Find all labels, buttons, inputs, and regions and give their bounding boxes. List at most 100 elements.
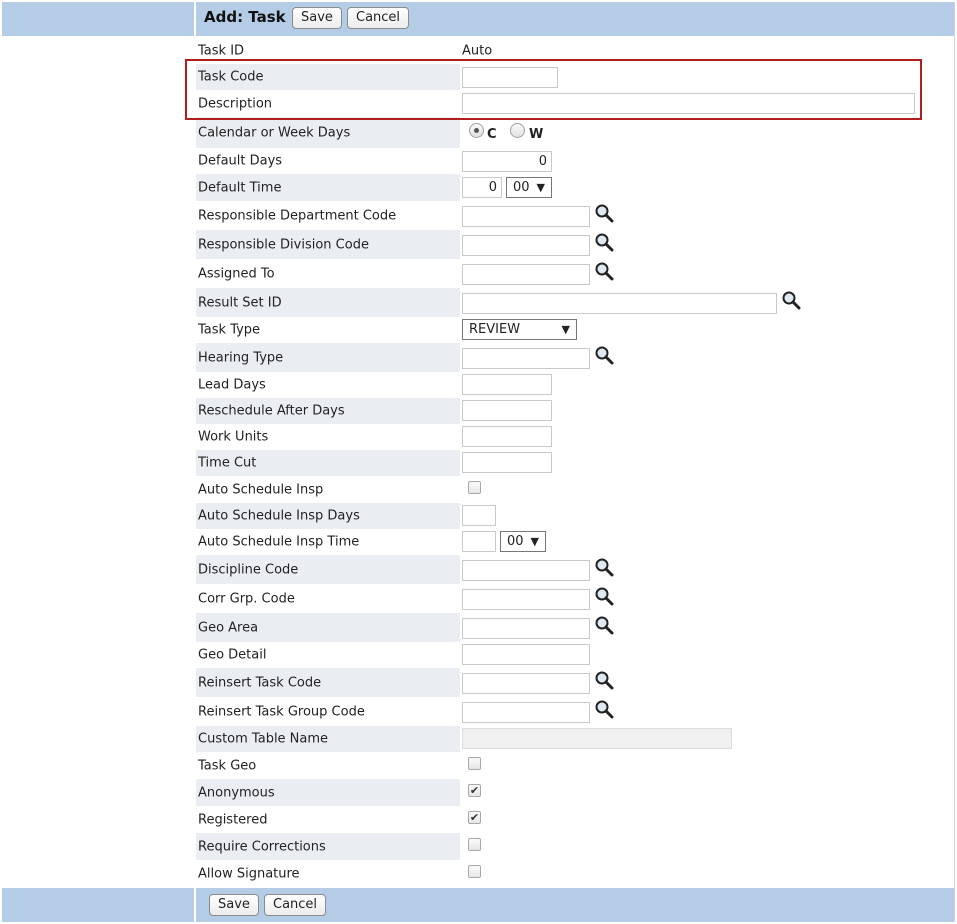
- magnifier-icon[interactable]: [594, 586, 614, 606]
- triangle-down-icon: ▼: [530, 535, 539, 548]
- task-id-label: Task ID: [198, 43, 245, 59]
- responsible-division-code-input[interactable]: [462, 235, 590, 256]
- magnifier-icon[interactable]: [594, 557, 614, 577]
- checkmark-icon: ✔: [469, 811, 480, 824]
- radio-calendar-label: C: [487, 127, 497, 142]
- allow-signature-label: Allow Signature: [198, 866, 300, 881]
- task-code-label: Task Code: [198, 69, 264, 85]
- default-time-minute-select[interactable]: 00 ▼: [506, 177, 552, 198]
- row-responsible-division-code: Responsible Division Code: [196, 230, 952, 259]
- magnifier-icon[interactable]: [594, 699, 614, 719]
- allow-signature-checkbox[interactable]: [468, 865, 481, 878]
- require-corrections-checkbox[interactable]: [468, 838, 481, 851]
- responsible-department-code-input[interactable]: [462, 206, 590, 227]
- registered-checkbox[interactable]: ✔: [468, 811, 481, 824]
- auto-schedule-insp-days-input[interactable]: [462, 505, 496, 526]
- reschedule-after-days-input[interactable]: [462, 400, 552, 421]
- row-auto-schedule-insp: Auto Schedule Insp: [196, 476, 952, 503]
- row-responsible-department-code: Responsible Department Code: [196, 201, 952, 230]
- result-set-id-input[interactable]: [462, 293, 777, 314]
- row-default-time: Default Time 0 00 ▼: [196, 174, 952, 201]
- magnifier-icon[interactable]: [594, 261, 614, 281]
- magnifier-icon[interactable]: [594, 615, 614, 635]
- task-type-select[interactable]: REVIEW ▼: [462, 319, 577, 340]
- description-input[interactable]: [462, 93, 915, 114]
- magnifier-icon[interactable]: [594, 203, 614, 223]
- auto-schedule-insp-time-hour-input[interactable]: [462, 531, 496, 552]
- reinsert-task-code-cell: [460, 668, 952, 697]
- auto-schedule-insp-checkbox[interactable]: [468, 481, 481, 494]
- row-auto-schedule-insp-days: Auto Schedule Insp Days: [196, 503, 952, 529]
- row-task-geo: Task Geo: [196, 752, 952, 779]
- default-days-input[interactable]: 0: [462, 151, 552, 172]
- description-label: Description: [198, 96, 273, 111]
- auto-schedule-insp-time-label: Auto Schedule Insp Time: [198, 534, 360, 550]
- row-calendar-or-week-days: Calendar or Week Days C W: [196, 117, 952, 148]
- responsible-department-code-label: Responsible Department Code: [198, 208, 397, 223]
- row-discipline-code: Discipline Code: [196, 555, 952, 584]
- time-cut-cell: [460, 450, 952, 476]
- lead-days-label: Lead Days: [198, 377, 266, 393]
- row-hearing-type: Hearing Type: [196, 343, 952, 372]
- geo-detail-input[interactable]: [462, 644, 590, 665]
- row-task-code: Task Code: [196, 64, 952, 90]
- row-lead-days: Lead Days: [196, 372, 952, 398]
- row-reschedule-after-days: Reschedule After Days: [196, 398, 952, 424]
- custom-table-name-cell: [460, 726, 952, 752]
- auto-schedule-insp-time-minute-select[interactable]: 00 ▼: [500, 531, 546, 552]
- hearing-type-input[interactable]: [462, 348, 590, 369]
- lead-days-input[interactable]: [462, 374, 552, 395]
- reschedule-after-days-cell: [460, 398, 952, 424]
- task-type-value: REVIEW: [469, 322, 521, 337]
- save-button-top[interactable]: Save: [292, 7, 342, 29]
- cancel-button-bottom[interactable]: Cancel: [264, 894, 327, 916]
- magnifier-icon[interactable]: [594, 345, 614, 365]
- default-time-hour-input[interactable]: 0: [462, 177, 502, 198]
- magnifier-icon[interactable]: [594, 232, 614, 252]
- magnifier-icon[interactable]: [594, 670, 614, 690]
- task-code-cell: [460, 64, 952, 90]
- anonymous-cell: ✔: [460, 779, 952, 806]
- require-corrections-label: Require Corrections: [198, 839, 326, 854]
- row-work-units: Work Units: [196, 424, 952, 450]
- row-default-days: Default Days 0: [196, 148, 952, 174]
- time-cut-input[interactable]: [462, 452, 552, 473]
- task-id-value: Auto: [462, 43, 493, 59]
- custom-table-name-input[interactable]: [462, 728, 732, 749]
- calendar-or-week-days-cell: C W: [460, 117, 952, 148]
- row-result-set-id: Result Set ID: [196, 288, 952, 317]
- header-bar: [2, 2, 954, 36]
- task-geo-checkbox[interactable]: [468, 757, 481, 770]
- anonymous-checkbox[interactable]: ✔: [468, 784, 481, 797]
- discipline-code-input[interactable]: [462, 560, 590, 581]
- reinsert-task-group-code-input[interactable]: [462, 702, 590, 723]
- discipline-code-label: Discipline Code: [198, 562, 299, 577]
- radio-calendar-days[interactable]: [469, 123, 484, 138]
- calendar-or-week-days-label: Calendar or Week Days: [198, 125, 351, 140]
- geo-area-label: Geo Area: [198, 620, 259, 635]
- reinsert-task-code-input[interactable]: [462, 673, 590, 694]
- custom-table-name-label: Custom Table Name: [198, 731, 329, 747]
- work-units-input[interactable]: [462, 426, 552, 447]
- task-code-input[interactable]: [462, 67, 558, 88]
- responsible-division-code-cell: [460, 230, 952, 259]
- task-geo-label: Task Geo: [198, 758, 257, 773]
- row-custom-table-name: Custom Table Name: [196, 726, 952, 752]
- magnifier-icon[interactable]: [781, 290, 801, 310]
- default-time-label: Default Time: [198, 180, 282, 195]
- discipline-code-cell: [460, 555, 952, 584]
- cancel-button-top[interactable]: Cancel: [347, 7, 410, 29]
- save-button-bottom[interactable]: Save: [209, 894, 259, 916]
- geo-area-input[interactable]: [462, 618, 590, 639]
- result-set-id-label: Result Set ID: [198, 295, 282, 310]
- geo-area-cell: [460, 613, 952, 642]
- anonymous-label: Anonymous: [198, 785, 275, 800]
- geo-detail-label: Geo Detail: [198, 647, 267, 663]
- reinsert-task-group-code-label: Reinsert Task Group Code: [198, 704, 365, 719]
- row-registered: Registered ✔: [196, 806, 952, 833]
- radio-week-days[interactable]: [510, 123, 525, 138]
- time-cut-label: Time Cut: [198, 455, 257, 471]
- require-corrections-cell: [460, 833, 952, 860]
- assigned-to-input[interactable]: [462, 264, 590, 285]
- corr-grp-code-input[interactable]: [462, 589, 590, 610]
